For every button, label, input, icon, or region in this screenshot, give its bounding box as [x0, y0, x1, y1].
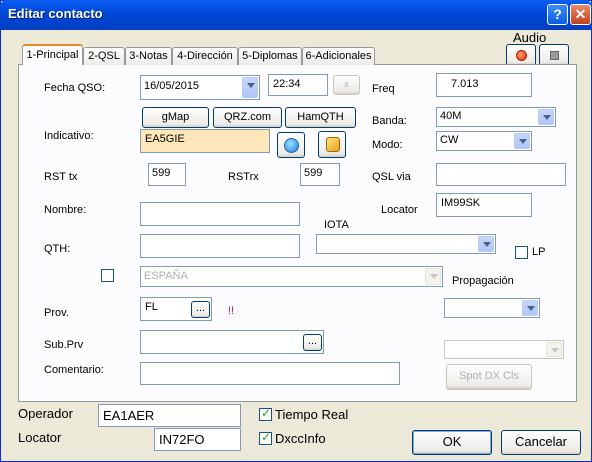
banda-label: Banda: [372, 115, 407, 127]
prov-warning-text: !! [228, 305, 235, 317]
locator-field[interactable]: IM99SK [436, 193, 532, 217]
tab-qsl[interactable]: 2-QSL [83, 47, 125, 65]
iota-label: IOTA [324, 219, 349, 231]
bottom-locator-label: Locator [18, 430, 62, 445]
globe-icon [284, 138, 299, 153]
audio-stop-button[interactable] [539, 44, 569, 66]
audio-label: Audio [513, 30, 547, 45]
globe-button[interactable] [277, 132, 305, 158]
rst-rx-label: RSTrx [228, 171, 259, 183]
qrz-button[interactable]: QRZ.com [213, 107, 282, 128]
freq-field[interactable]: 7.013 [436, 73, 532, 97]
fecha-qso-date-picker[interactable]: 16/05/2015 [140, 75, 260, 100]
lp-checkbox[interactable] [515, 246, 528, 259]
pais-value: ESPAÑA [144, 270, 188, 282]
tab-notas[interactable]: 3-Notas [125, 47, 172, 65]
nombre-field[interactable] [140, 202, 300, 226]
operador-label: Operador [18, 406, 73, 421]
tab-direccion[interactable]: 4-Dirección [172, 47, 238, 65]
chevron-down-icon[interactable] [478, 236, 494, 252]
sub-prv-browse-button[interactable]: ... [303, 334, 322, 351]
qth-label: QTH: [44, 243, 71, 255]
dxccinfo-checkbox[interactable]: ✓ [259, 430, 272, 445]
freq-label: Freq [372, 83, 395, 95]
prov-value: FL [145, 301, 158, 313]
qsl-via-field[interactable] [436, 163, 566, 186]
propagacion-select[interactable] [444, 298, 540, 318]
tiempo-real-checkbox[interactable]: ✓ [259, 406, 272, 421]
secondary-select[interactable] [444, 340, 564, 359]
pais-checkbox[interactable] [101, 269, 114, 282]
locator-label: Locator [381, 204, 418, 216]
chevron-down-icon[interactable] [538, 109, 554, 125]
chevron-down-icon[interactable] [242, 77, 258, 98]
checkmark-icon: ✓ [261, 430, 272, 444]
cancel-button[interactable]: Cancelar [501, 430, 581, 455]
pais-select[interactable]: ESPAÑA [140, 266, 443, 287]
stop-icon [550, 51, 559, 60]
tiempo-real-label: Tiempo Real [275, 407, 349, 422]
comentario-label: Comentario: [44, 364, 104, 376]
prov-browse-button[interactable]: ... [191, 301, 210, 318]
window-title: Editar contacto [8, 6, 103, 21]
qsl-via-label: QSL via [372, 171, 411, 183]
chevron-down-icon[interactable] [522, 300, 538, 316]
fecha-qso-label: Fecha QSO: [44, 82, 106, 94]
sub-prv-field[interactable] [140, 330, 324, 354]
lp-label: LP [532, 246, 546, 258]
tab-adicionales[interactable]: 6-Adicionales [302, 47, 375, 65]
tab-principal[interactable]: 1-Principal [22, 44, 83, 65]
user-card-icon [326, 137, 340, 152]
audio-record-button[interactable] [506, 44, 536, 66]
banda-value: 40M [440, 110, 462, 122]
help-button[interactable]: ? [547, 4, 568, 25]
chevron-down-icon[interactable] [546, 342, 562, 357]
lookup-user-button[interactable] [318, 131, 346, 158]
spot-dx-button[interactable]: Spot DX Cls [446, 364, 532, 390]
rst-tx-field[interactable]: 599 [148, 163, 186, 186]
operador-field[interactable]: EA1AER [98, 404, 241, 427]
nombre-label: Nombre: [44, 204, 87, 216]
gmap-button[interactable]: gMap [142, 107, 209, 128]
ok-button[interactable]: OK [412, 430, 492, 455]
record-icon [516, 50, 527, 61]
rst-rx-field[interactable]: 599 [300, 163, 340, 186]
rst-tx-label: RST tx [44, 171, 78, 183]
chevron-down-icon[interactable] [514, 133, 530, 149]
dxccinfo-label: DxccInfo [275, 431, 326, 446]
fecha-qso-date-value: 16/05/2015 [144, 80, 200, 92]
clear-time-button[interactable]: x [333, 75, 360, 95]
bottom-locator-field[interactable]: IN72FO [154, 428, 241, 451]
close-button[interactable]: ✕ [570, 4, 591, 25]
hamqth-button[interactable]: HamQTH [285, 107, 356, 128]
modo-select[interactable]: CW [436, 131, 532, 151]
modo-value: CW [440, 134, 459, 146]
comentario-field[interactable] [140, 362, 400, 385]
fecha-qso-time-field[interactable]: 22:34 [268, 74, 328, 96]
iota-select[interactable] [316, 234, 496, 254]
propagacion-label: Propagación [452, 275, 514, 287]
qth-field[interactable] [140, 234, 300, 258]
indicativo-field[interactable]: EA5GIE [140, 129, 270, 153]
prov-label: Prov. [44, 307, 69, 319]
chevron-down-icon[interactable] [425, 268, 441, 285]
sub-prv-label: Sub.Prv [44, 339, 84, 351]
banda-select[interactable]: 40M [436, 107, 556, 127]
indicativo-label: Indicativo: [44, 130, 94, 142]
tab-diplomas[interactable]: 5-Diplomas [238, 47, 302, 65]
checkmark-icon: ✓ [261, 406, 272, 420]
modo-label: Modo: [372, 139, 403, 151]
